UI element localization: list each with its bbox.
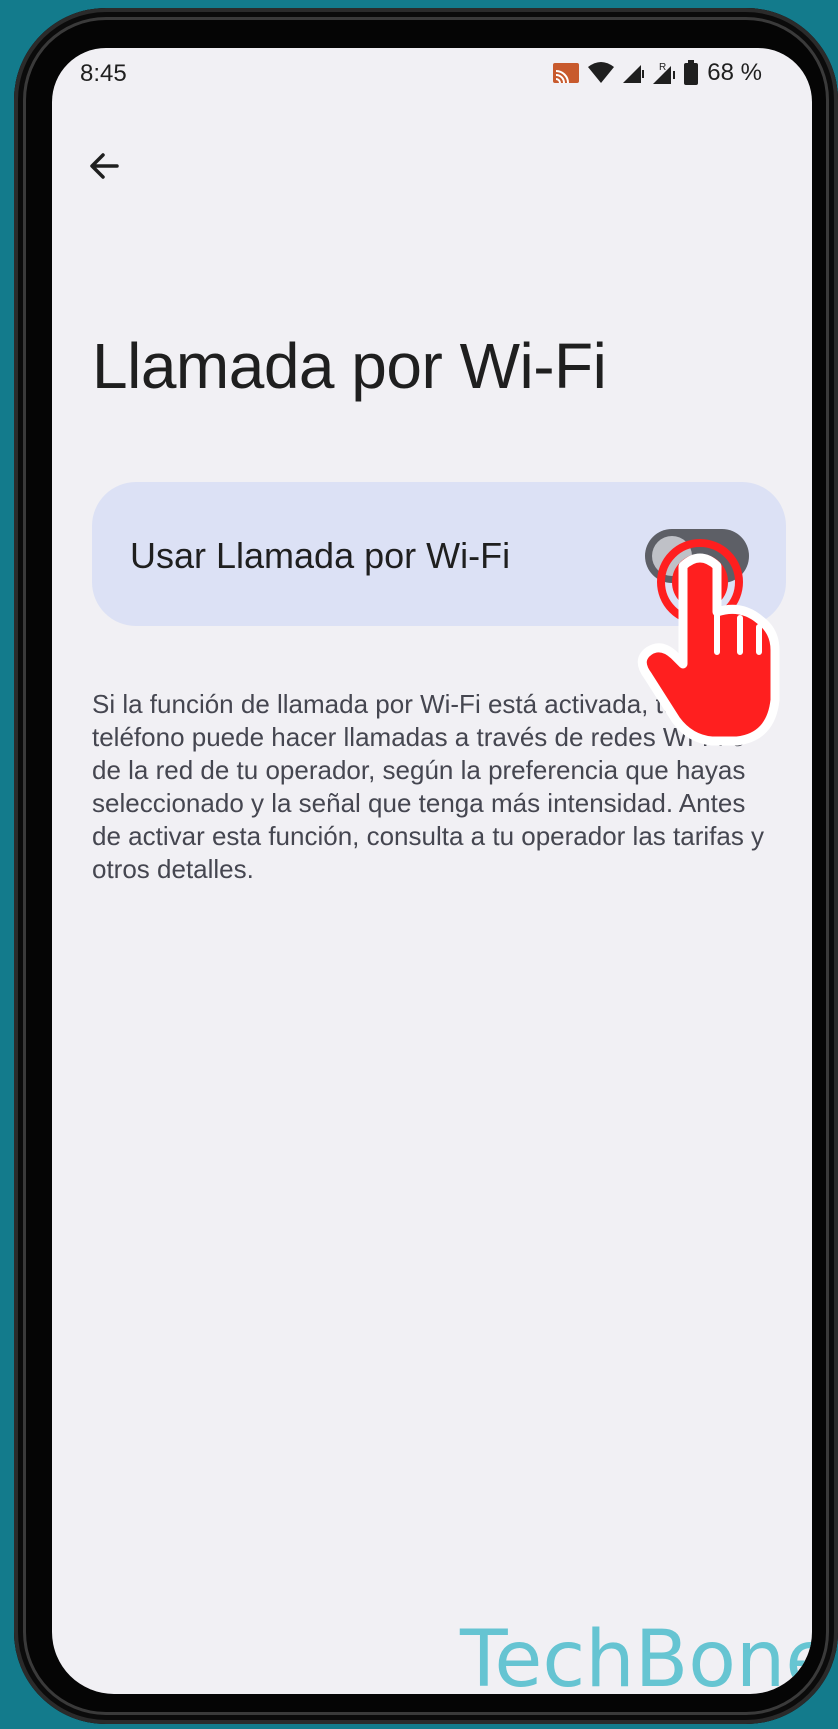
wifi-calling-toggle[interactable] [645,529,749,583]
toggle-thumb [652,536,692,576]
cellular-signal-icon [621,61,645,85]
battery-percentage: 68 % [707,59,762,86]
status-bar: 8:45 R 68 % [52,48,812,102]
back-button[interactable] [76,138,132,194]
wifi-calling-description: Si la función de llamada por Wi-Fi está … [92,689,765,884]
techbone-watermark: TechBone [460,1615,812,1694]
phone-screen: 8:45 R 68 % Llamada por Wi-Fi Usar Llama… [52,48,812,1694]
status-time: 8:45 [80,60,127,87]
svg-text:R: R [659,62,666,73]
battery-icon [683,60,699,86]
page-title: Llamada por Wi-Fi [92,330,607,402]
arrow-left-icon [90,153,119,179]
wifi-calling-setting-label: Usar Llamada por Wi-Fi [130,535,511,576]
roaming-signal-icon: R [651,60,677,86]
wifi-calling-setting-row[interactable]: Usar Llamada por Wi-Fi [92,482,786,626]
cast-icon [551,59,581,87]
status-icons: R 68 % [551,59,762,87]
wifi-icon [587,61,615,85]
